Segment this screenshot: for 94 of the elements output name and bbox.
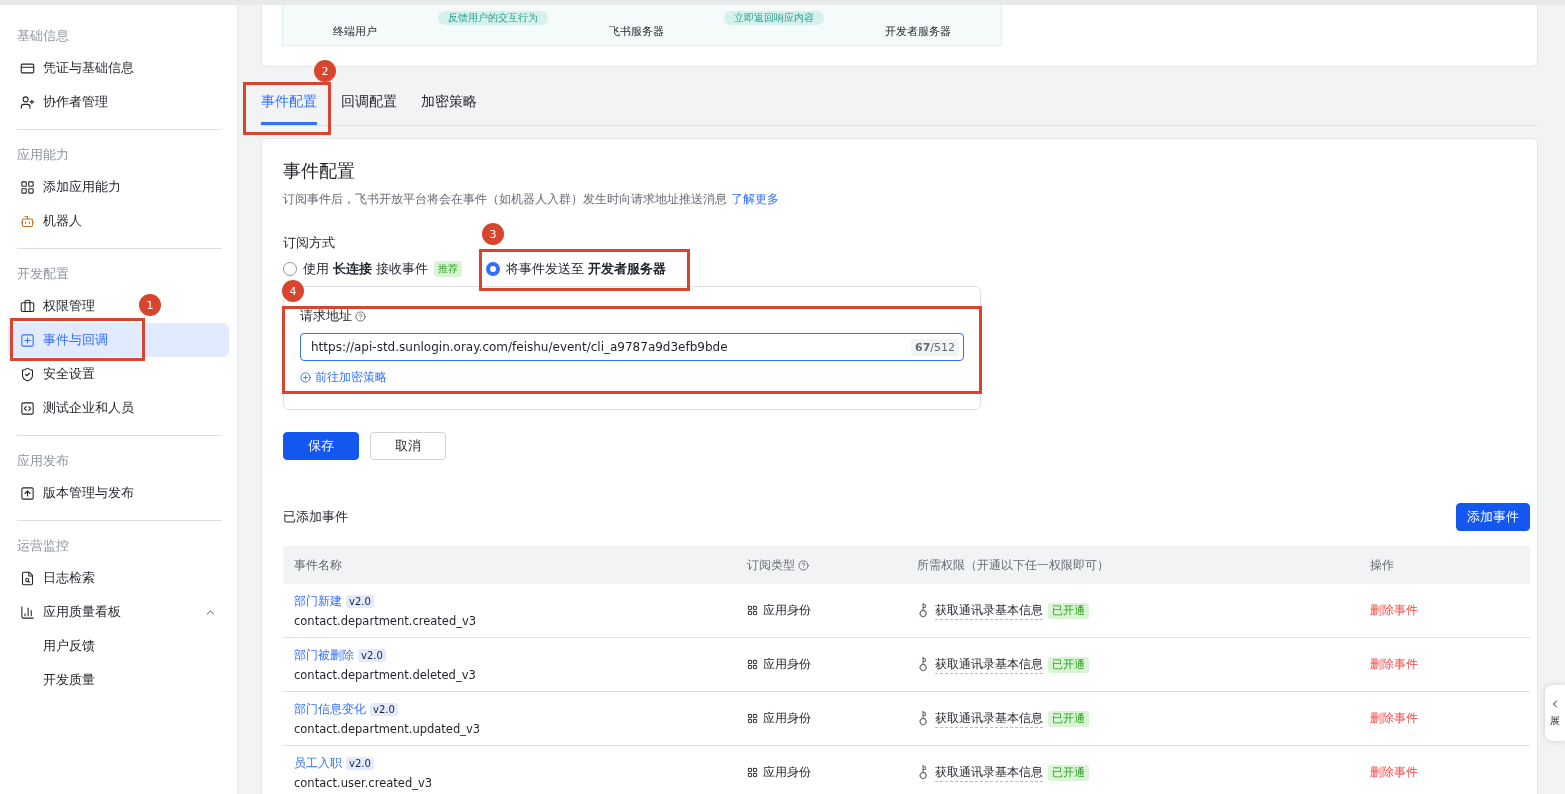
subscription-type-text: 应用身份 [763,710,811,727]
sidebar-item[interactable]: 版本管理与发布 [8,476,146,510]
recommend-tag: 推荐 [434,261,463,277]
plus-circle-icon [300,372,311,383]
subscription-type-text: 应用身份 [763,656,811,673]
bar-chart-icon [20,604,35,620]
sidebar-section-title: 开发配置 [16,265,70,283]
permission-text: 获取通讯录基本信息 [935,655,1043,674]
learn-more-link[interactable]: 了解更多 [731,192,779,206]
diagram-arrow-label: 反馈用户的交互行为 [437,11,548,25]
help-icon[interactable] [355,310,366,322]
encrypt-strategy-link[interactable]: 前往加密策略 [300,369,387,386]
sidebar-subitem[interactable]: 用户反馈 [8,629,107,663]
cancel-button[interactable]: 取消 [370,432,446,460]
event-key-text: contact.department.created_v3 [294,614,478,628]
section-title: 事件配置 [283,159,356,183]
section-title: 已添加事件 [283,508,348,526]
sidebar-subitem[interactable]: 开发质量 [8,663,107,697]
grid-icon [20,179,35,195]
permission-text: 获取通讯录基本信息 [935,601,1043,620]
diagram-node-label: 开发者服务器 [885,24,951,39]
save-button[interactable]: 保存 [283,432,359,460]
card-icon [20,60,35,76]
sidebar-item[interactable]: 添加应用能力 [8,170,133,204]
event-key-text: contact.department.updated_v3 [294,722,482,736]
radio-button[interactable] [486,262,501,276]
add-event-button[interactable]: 添加事件 [1456,503,1530,531]
shield-icon [20,366,35,382]
description-text: 订阅事件后，飞书开放平台将会在事件（如机器人入群）发生时向请求地址推送消息 了解更多 [283,191,780,208]
grid-icon [747,767,758,778]
version-tag: v2.0 [346,595,374,608]
event-name-link[interactable]: 部门被删除 [294,647,354,664]
delete-event-link[interactable]: 删除事件 [1359,602,1530,619]
side-panel-tab[interactable]: 展 [1545,685,1565,741]
radio-label: 使用 长连接 接收事件 [303,260,429,278]
tab[interactable]: 事件配置 [261,81,317,125]
event-name-link[interactable]: 部门新建 [294,593,342,610]
permission-text: 获取通讯录基本信息 [935,709,1043,728]
step-badge: 2 [314,60,336,82]
tab[interactable]: 加密策略 [421,81,477,125]
version-tag: v2.0 [370,703,398,716]
delete-event-link[interactable]: 删除事件 [1359,710,1530,727]
status-tag: 已开通 [1048,710,1089,727]
sidebar-section-title: 基础信息 [16,27,70,45]
permission-text: 获取通讯录基本信息 [935,763,1043,782]
column-header: 操作 [1370,556,1394,574]
subscription-type-text: 应用身份 [763,602,811,619]
diagram-node-label: 终端用户 [333,24,377,39]
diagram-arrow-label: 立即返回响应内容 [724,11,825,25]
sidebar-section-title: 运营监控 [16,537,70,555]
field-label: 请求地址 [300,307,352,325]
event-name-link[interactable]: 员工入职 [294,755,342,772]
sidebar-item[interactable]: 安全设置 [8,357,107,391]
radio-button[interactable] [283,262,297,276]
sidebar-item[interactable]: 机器人 [8,204,94,238]
url-input-field[interactable]: https://api-std.sunlogin.oray.com/feishu/event/cli_a9787a9d3efb9bde 67/512 [300,333,964,361]
radio-label: 将事件发送至 开发者服务器 [506,260,667,278]
version-tag: v2.0 [358,649,386,662]
grid-icon [747,713,758,724]
column-header: 事件名称 [294,556,342,574]
tab[interactable]: 回调配置 [341,81,397,125]
square-plus-icon [20,332,35,348]
robot-icon [20,213,35,229]
event-key-text: contact.department.deleted_v3 [294,668,477,682]
upload-icon [20,485,35,501]
sidebar-section-title: 应用发布 [16,452,70,470]
delete-event-link[interactable]: 删除事件 [1359,656,1530,673]
status-tag: 已开通 [1048,602,1089,619]
code-icon [20,400,35,416]
event-key-text: contact.user.created_v3 [294,776,434,790]
status-tag: 已开通 [1048,764,1089,781]
grid-icon [747,605,758,616]
subscription-type-text: 应用身份 [763,764,811,781]
sidebar-item[interactable]: 日志检索 [8,561,107,595]
user-plus-icon [20,94,35,110]
help-icon[interactable] [798,559,809,571]
delete-event-link[interactable]: 删除事件 [1359,764,1530,781]
version-tag: v2.0 [346,757,374,770]
diagram-node-label: 飞书服务器 [608,24,664,39]
briefcase-icon [20,298,35,314]
sidebar-item[interactable]: 协作者管理 [8,85,120,119]
sidebar-item[interactable]: 测试企业和人员 [8,391,146,425]
event-name-link[interactable]: 部门信息变化 [294,701,366,718]
column-header: 订阅类型 [747,556,795,574]
sidebar-item[interactable]: 权限管理 [8,289,107,323]
column-header: 所需权限（开通以下任一权限即可） [917,556,1109,574]
sidebar-item[interactable]: 应用质量看板 [8,595,229,629]
file-search-icon [20,570,35,586]
char-counter: 67/512 [911,338,959,356]
status-tag: 已开通 [1048,656,1089,673]
sidebar-item[interactable]: 凭证与基础信息 [8,51,146,85]
grid-icon [747,659,758,670]
sidebar-section-title: 应用能力 [16,146,70,164]
sidebar-item[interactable]: 事件与回调 [8,323,229,357]
